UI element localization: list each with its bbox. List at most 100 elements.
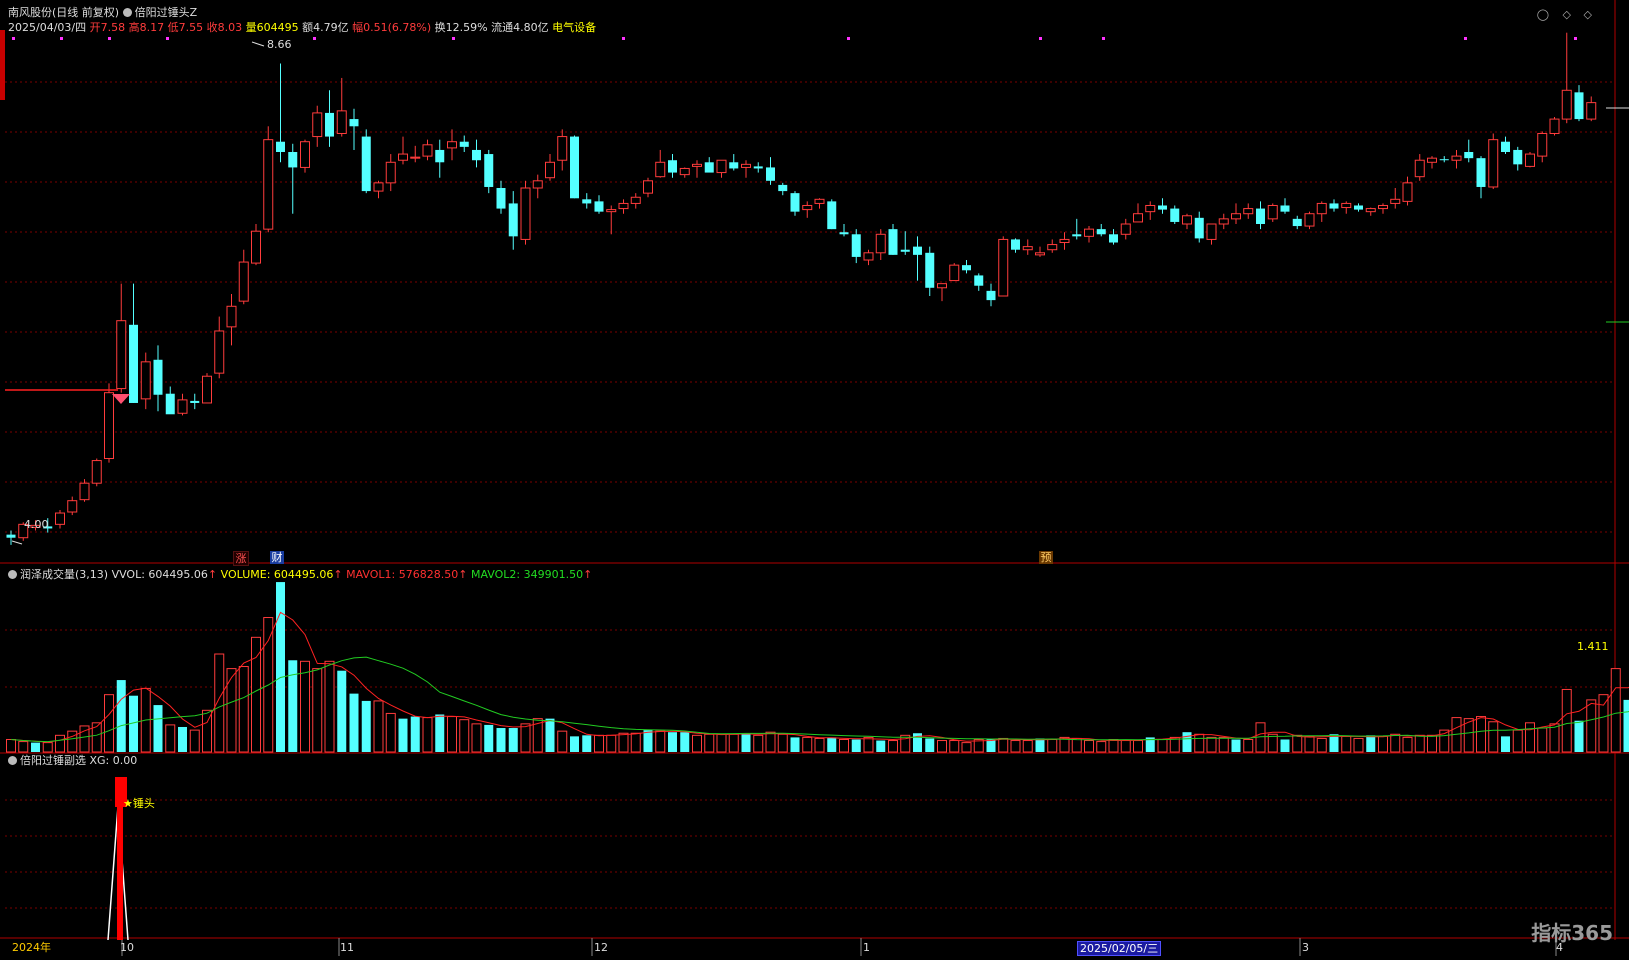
formula-name[interactable]: 倍阳过锤头Z	[135, 6, 198, 19]
candle-body-down	[6, 534, 16, 538]
marker-forecast[interactable]: 预	[1039, 551, 1053, 564]
candle-body-down	[1574, 92, 1584, 120]
volume-bar-up	[1427, 734, 1437, 753]
settings-circle-icon[interactable]: ◯	[1537, 8, 1549, 21]
candle-body-down	[594, 201, 604, 212]
volume-bar-up	[1010, 740, 1021, 753]
volume-bar-up	[104, 694, 114, 753]
candle-body-up	[447, 141, 457, 149]
volume-bar-up	[655, 730, 666, 753]
turnover-label: 换	[434, 21, 446, 34]
volume-indicator-name[interactable]: 润泽成交量(3,13)	[20, 568, 108, 581]
candle-body-up	[643, 180, 653, 194]
diamond-icon[interactable]: ◇	[1563, 8, 1571, 21]
candle-body-down	[129, 324, 138, 403]
volume-toggle-icon[interactable]	[8, 570, 17, 579]
candle-body-up	[1047, 244, 1058, 251]
volume-bar-down	[178, 726, 187, 752]
candle-body-down	[1464, 152, 1474, 159]
title-line: 南风股份(日线 前复权) 倍阳过锤头Z	[8, 6, 197, 20]
candle-body-down	[827, 201, 837, 230]
candle-body-down	[1109, 234, 1118, 243]
volume-bar-up	[949, 740, 960, 753]
candle-body-up	[1267, 204, 1278, 220]
volume-bar-up	[1206, 736, 1217, 753]
left-tab	[0, 30, 5, 100]
candle-body-down	[1439, 159, 1449, 161]
signal-indicator-name[interactable]: 倍阳过锤副选	[20, 754, 86, 767]
volume-bar-up	[55, 734, 65, 753]
candle-body-down	[839, 232, 849, 235]
axis-nov-label: 11	[340, 941, 354, 954]
candle-body-down	[1194, 217, 1204, 239]
candle-body-up	[863, 252, 874, 261]
candle-body-down	[349, 119, 359, 127]
volume-bar-up	[1133, 740, 1143, 753]
candle-body-down	[484, 154, 494, 187]
signal-text: ★锤头	[123, 797, 155, 811]
star-icon: ★	[123, 797, 133, 810]
turnover-value: 12.59%	[445, 21, 488, 34]
candle-body-up	[1586, 102, 1597, 120]
volume-bar-up	[1549, 723, 1560, 753]
up-arrow-icon: ↑	[458, 568, 468, 581]
candle-body-down	[472, 149, 481, 161]
candle-body-down	[582, 199, 592, 204]
candle-body-down	[925, 252, 935, 288]
volume-bar-down	[1623, 699, 1629, 752]
top-event-dot	[313, 37, 316, 40]
candle-body-down	[1501, 141, 1510, 152]
diamond-alt-icon[interactable]: ◇	[1584, 8, 1592, 21]
candle-body-up	[116, 320, 127, 390]
top-event-dot	[1102, 37, 1105, 40]
candle-body-up	[937, 283, 947, 289]
volume-bar-up	[251, 636, 261, 753]
marker-finance[interactable]: 财	[270, 551, 284, 564]
volume-bar-up	[1341, 735, 1352, 753]
candle-body-down	[766, 167, 775, 181]
formula-toggle-icon[interactable]	[122, 8, 132, 17]
candle-body-up	[312, 112, 323, 138]
chart-canvas[interactable]	[0, 0, 1629, 960]
volume-bar-up	[888, 740, 898, 753]
candle-body-up	[875, 233, 886, 254]
volume-bar-up	[1402, 736, 1413, 753]
candle-body-up	[1243, 208, 1254, 215]
candle-body-up	[802, 204, 813, 211]
volume-bar-up	[1598, 694, 1609, 753]
up-arrow-icon: ↑	[583, 568, 593, 581]
close-value: 8.03	[217, 21, 243, 34]
candle-body-down	[165, 393, 175, 415]
max-price-label: 8.66	[267, 38, 292, 51]
xg-value: XG: 0.00	[89, 754, 138, 767]
volume-bar-up	[716, 733, 727, 753]
candle-body-down	[913, 246, 922, 255]
top-event-dot	[452, 37, 455, 40]
candle-body-up	[55, 512, 65, 525]
volume-bar-up	[1390, 733, 1401, 753]
axis-mar-label: 3	[1302, 941, 1309, 954]
volume-bar-up	[1525, 722, 1535, 753]
volume-bar-up	[594, 734, 604, 753]
candle-body-down	[888, 229, 898, 255]
float-value: 4.80亿	[513, 21, 549, 34]
marker-limit-up[interactable]: 涨	[233, 551, 249, 566]
top-event-dot	[166, 37, 169, 40]
volume-bar-down	[1035, 738, 1045, 752]
volume-bar-up	[1414, 734, 1425, 753]
candle-body-up	[104, 392, 114, 460]
candle-body-down	[1096, 229, 1106, 235]
volume-bar-up	[1512, 729, 1523, 753]
candle-body-up	[91, 460, 102, 484]
candle-body-up	[606, 209, 617, 213]
candle-body-up	[1341, 202, 1352, 209]
sector-label[interactable]: 电气设备	[552, 21, 596, 34]
diamond-signal-icon	[112, 394, 130, 404]
top-event-dot	[1574, 37, 1577, 40]
volume-bar-up	[471, 723, 482, 753]
candle-body-up	[545, 161, 555, 179]
open-value: 7.58	[100, 21, 126, 34]
volume-bar-down	[1574, 720, 1584, 752]
signal-toggle-icon[interactable]	[8, 756, 17, 765]
top-event-dot	[108, 37, 111, 40]
